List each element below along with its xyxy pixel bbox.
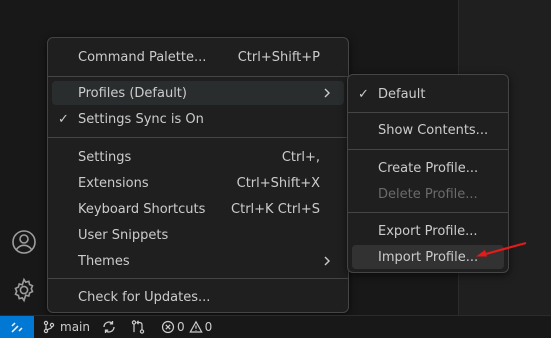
menu-item-label: Show Contents... <box>378 122 489 138</box>
menu-separator <box>48 137 348 138</box>
accounts-icon[interactable] <box>10 228 38 256</box>
menu-item-create-profile[interactable]: Create Profile... <box>352 156 504 180</box>
menu-item-shortcut: Ctrl+Shift+X <box>236 175 320 191</box>
status-bar: main 0 0 <box>0 315 551 338</box>
menu-item-label: Settings Sync is On <box>78 111 204 127</box>
menu-item-default-profile[interactable]: ✓ Default <box>352 82 504 106</box>
warning-icon <box>188 320 203 333</box>
menu-item-keyboard-shortcuts[interactable]: Keyboard Shortcuts Ctrl+K Ctrl+S <box>52 197 344 221</box>
branch-name: main <box>60 320 90 334</box>
gear-icon[interactable] <box>10 276 38 304</box>
menu-separator <box>48 278 348 279</box>
source-control-button[interactable] <box>130 316 146 338</box>
menu-item-label: Keyboard Shortcuts <box>78 201 206 217</box>
menu-item-label: Profiles (Default) <box>78 85 187 101</box>
menu-item-command-palette[interactable]: Command Palette... Ctrl+Shift+P <box>52 45 344 69</box>
menu-item-settings[interactable]: Settings Ctrl+, <box>52 145 344 169</box>
menu-item-label: Create Profile... <box>378 160 479 176</box>
checkmark-icon: ✓ <box>358 86 369 102</box>
sync-icon <box>103 321 115 333</box>
menu-item-themes[interactable]: Themes <box>52 249 344 273</box>
menu-item-extensions[interactable]: Extensions Ctrl+Shift+X <box>52 171 344 195</box>
menu-separator <box>48 76 348 77</box>
menu-item-label: Settings <box>78 149 132 165</box>
menu-item-label: Extensions <box>78 175 149 191</box>
menu-item-user-snippets[interactable]: User Snippets <box>52 223 344 247</box>
menu-item-label: Delete Profile... <box>378 186 478 202</box>
menu-separator <box>348 112 508 113</box>
chevron-right-icon <box>324 88 330 98</box>
git-compare-icon <box>131 320 145 334</box>
menu-item-label: Check for Updates... <box>78 289 211 305</box>
remote-indicator[interactable] <box>0 316 34 338</box>
menu-item-show-contents[interactable]: Show Contents... <box>352 118 504 142</box>
branch-indicator[interactable]: main <box>42 316 90 338</box>
error-count: 0 <box>177 320 185 334</box>
menu-item-shortcut: Ctrl+Shift+P <box>237 49 320 65</box>
menu-item-settings-sync[interactable]: ✓ Settings Sync is On <box>52 107 344 131</box>
menu-item-label: Export Profile... <box>378 223 478 239</box>
annotation-arrow-icon <box>476 241 527 257</box>
warning-count: 0 <box>204 320 213 334</box>
chevron-right-icon <box>324 256 330 266</box>
menu-item-label: User Snippets <box>78 227 169 243</box>
menu-item-label: Command Palette... <box>78 49 207 65</box>
checkmark-icon: ✓ <box>58 111 69 127</box>
remote-icon <box>11 322 23 333</box>
git-branch-icon <box>43 320 55 334</box>
menu-separator <box>348 149 508 150</box>
menu-item-label: Import Profile... <box>378 249 479 265</box>
activity-bar <box>0 0 48 315</box>
manage-menu: Command Palette... Ctrl+Shift+P Profiles… <box>47 37 349 313</box>
menu-item-profiles[interactable]: Profiles (Default) <box>52 81 344 105</box>
menu-item-shortcut: Ctrl+, <box>281 149 320 165</box>
menu-item-label: Themes <box>78 253 130 269</box>
menu-item-delete-profile: Delete Profile... <box>352 182 504 206</box>
menu-item-label: Default <box>378 86 426 102</box>
error-icon <box>161 320 175 334</box>
menu-separator <box>348 212 508 213</box>
sync-button[interactable] <box>101 316 117 338</box>
problems-indicator[interactable]: 0 0 <box>161 316 212 338</box>
menu-item-check-updates[interactable]: Check for Updates... <box>52 285 344 309</box>
menu-item-shortcut: Ctrl+K Ctrl+S <box>231 201 320 217</box>
